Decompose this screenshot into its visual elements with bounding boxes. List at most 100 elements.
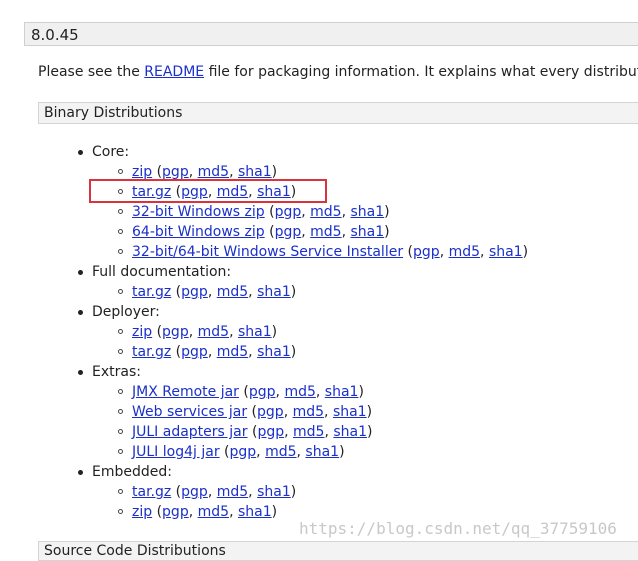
sha1-link[interactable]: sha1 <box>351 204 385 220</box>
sha1-link[interactable]: sha1 <box>257 344 291 360</box>
download-link[interactable]: zip <box>132 504 152 520</box>
highlight-box <box>89 179 327 203</box>
pgp-link[interactable]: pgp <box>162 504 189 520</box>
category-label: Extras: <box>92 364 141 380</box>
download-item: 32-bit Windows zip (pgp, md5, sha1) <box>118 202 390 222</box>
download-link[interactable]: JULI log4j jar <box>132 444 220 460</box>
sha1-link[interactable]: sha1 <box>333 404 367 420</box>
pgp-link[interactable]: pgp <box>181 484 208 500</box>
sha1-link[interactable]: sha1 <box>333 424 367 440</box>
circle-bullet-icon <box>118 349 123 354</box>
circle-bullet-icon <box>118 409 123 414</box>
sha1-link[interactable]: sha1 <box>238 504 272 520</box>
sha1-link[interactable]: sha1 <box>305 444 339 460</box>
bullet-icon <box>78 270 83 275</box>
circle-bullet-icon <box>118 489 123 494</box>
intro-text: Please see the README file for packaging… <box>38 64 638 80</box>
download-link[interactable]: tar.gz <box>132 344 171 360</box>
md5-link[interactable]: md5 <box>310 224 341 240</box>
circle-bullet-icon <box>118 289 123 294</box>
category-label: Deployer: <box>92 304 160 320</box>
category-full-doc: Full documentation: <box>78 262 231 282</box>
source-distributions-title: Source Code Distributions <box>44 543 226 559</box>
bullet-icon <box>78 150 83 155</box>
download-link[interactable]: zip <box>132 324 152 340</box>
circle-bullet-icon <box>118 329 123 334</box>
pgp-link[interactable]: pgp <box>162 164 189 180</box>
sha1-link[interactable]: sha1 <box>257 484 291 500</box>
pgp-link[interactable]: pgp <box>230 444 257 460</box>
sha1-link[interactable]: sha1 <box>238 324 272 340</box>
download-item: 64-bit Windows zip (pgp, md5, sha1) <box>118 222 390 242</box>
category-core: Core: <box>78 142 129 162</box>
sha1-link[interactable]: sha1 <box>257 284 291 300</box>
sha1-link[interactable]: sha1 <box>238 164 272 180</box>
source-distributions-header: Source Code Distributions <box>38 541 638 561</box>
version-title: 8.0.45 <box>31 26 79 44</box>
circle-bullet-icon <box>118 169 123 174</box>
pgp-link[interactable]: pgp <box>181 344 208 360</box>
md5-link[interactable]: md5 <box>217 484 248 500</box>
circle-bullet-icon <box>118 389 123 394</box>
download-link[interactable]: Web services jar <box>132 404 247 420</box>
bullet-icon <box>78 470 83 475</box>
pgp-link[interactable]: pgp <box>162 324 189 340</box>
watermark: https://blog.csdn.net/qq_37759106 <box>299 519 617 538</box>
pgp-link[interactable]: pgp <box>181 284 208 300</box>
download-item: JULI adapters jar (pgp, md5, sha1) <box>118 422 372 442</box>
pgp-link[interactable]: pgp <box>275 204 302 220</box>
bullet-icon <box>78 370 83 375</box>
download-item: tar.gz (pgp, md5, sha1) <box>118 342 296 362</box>
category-deployer: Deployer: <box>78 302 160 322</box>
md5-link[interactable]: md5 <box>198 504 229 520</box>
circle-bullet-icon <box>118 509 123 514</box>
sha1-link[interactable]: sha1 <box>489 244 523 260</box>
md5-link[interactable]: md5 <box>265 444 296 460</box>
pgp-link[interactable]: pgp <box>275 224 302 240</box>
md5-link[interactable]: md5 <box>198 324 229 340</box>
download-item: zip (pgp, md5, sha1) <box>118 502 277 522</box>
intro-suffix: file for packaging information. It expla… <box>204 64 638 80</box>
download-link[interactable]: 64-bit Windows zip <box>132 224 265 240</box>
version-header: 8.0.45 <box>24 22 638 46</box>
category-label: Embedded: <box>92 464 172 480</box>
md5-link[interactable]: md5 <box>293 404 324 420</box>
download-item: JULI log4j jar (pgp, md5, sha1) <box>118 442 345 462</box>
md5-link[interactable]: md5 <box>293 424 324 440</box>
md5-link[interactable]: md5 <box>284 384 315 400</box>
binary-distributions-header: Binary Distributions <box>38 102 638 124</box>
md5-link[interactable]: md5 <box>310 204 341 220</box>
download-link[interactable]: JULI adapters jar <box>132 424 248 440</box>
circle-bullet-icon <box>118 429 123 434</box>
download-link[interactable]: 32-bit Windows zip <box>132 204 265 220</box>
circle-bullet-icon <box>118 229 123 234</box>
pgp-link[interactable]: pgp <box>249 384 276 400</box>
intro-prefix: Please see the <box>38 64 145 80</box>
md5-link[interactable]: md5 <box>217 344 248 360</box>
sha1-link[interactable]: sha1 <box>325 384 359 400</box>
download-link[interactable]: JMX Remote jar <box>132 384 239 400</box>
download-link[interactable]: tar.gz <box>132 284 171 300</box>
pgp-link[interactable]: pgp <box>257 404 284 420</box>
pgp-link[interactable]: pgp <box>257 424 284 440</box>
bullet-icon <box>78 310 83 315</box>
md5-link[interactable]: md5 <box>449 244 480 260</box>
download-link[interactable]: 32-bit/64-bit Windows Service Installer <box>132 244 403 260</box>
category-embedded: Embedded: <box>78 462 172 482</box>
download-link[interactable]: zip <box>132 164 152 180</box>
pgp-link[interactable]: pgp <box>413 244 440 260</box>
md5-link[interactable]: md5 <box>198 164 229 180</box>
md5-link[interactable]: md5 <box>217 284 248 300</box>
category-extras: Extras: <box>78 362 141 382</box>
download-item: Web services jar (pgp, md5, sha1) <box>118 402 372 422</box>
download-item: zip (pgp, md5, sha1) <box>118 322 277 342</box>
sha1-link[interactable]: sha1 <box>351 224 385 240</box>
circle-bullet-icon <box>118 249 123 254</box>
download-link[interactable]: tar.gz <box>132 484 171 500</box>
binary-distributions-title: Binary Distributions <box>44 105 183 121</box>
download-item: 32-bit/64-bit Windows Service Installer … <box>118 242 528 262</box>
circle-bullet-icon <box>118 209 123 214</box>
readme-link[interactable]: README <box>144 64 204 80</box>
download-item: JMX Remote jar (pgp, md5, sha1) <box>118 382 364 402</box>
download-item: tar.gz (pgp, md5, sha1) <box>118 282 296 302</box>
